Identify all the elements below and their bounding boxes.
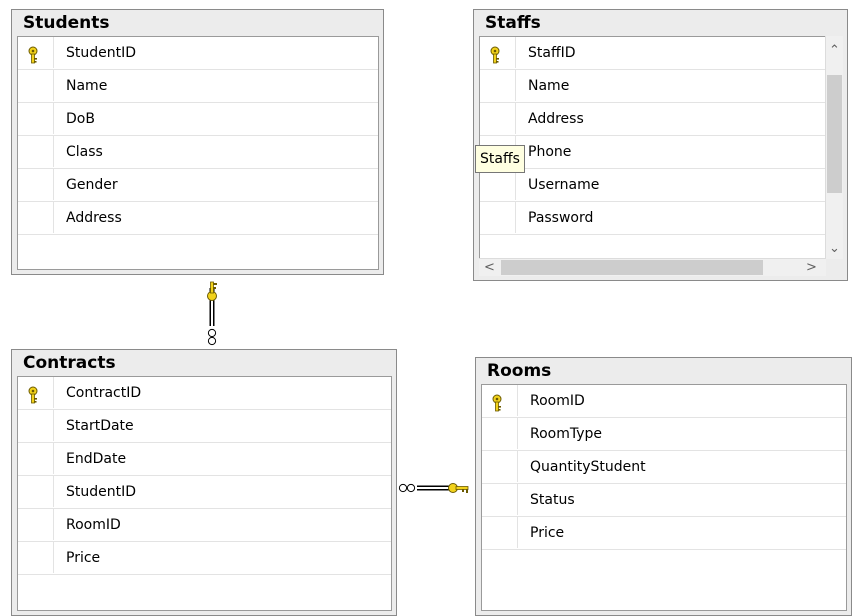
key-icon <box>207 281 217 301</box>
infinity-icon <box>398 483 416 493</box>
relationship-students-contracts[interactable] <box>207 281 218 346</box>
tooltip: Staffs <box>475 145 525 173</box>
key-icon <box>448 483 469 493</box>
infinity-icon <box>207 328 217 346</box>
relationship-lines <box>207 281 469 494</box>
relationship-contracts-rooms[interactable] <box>398 483 469 494</box>
